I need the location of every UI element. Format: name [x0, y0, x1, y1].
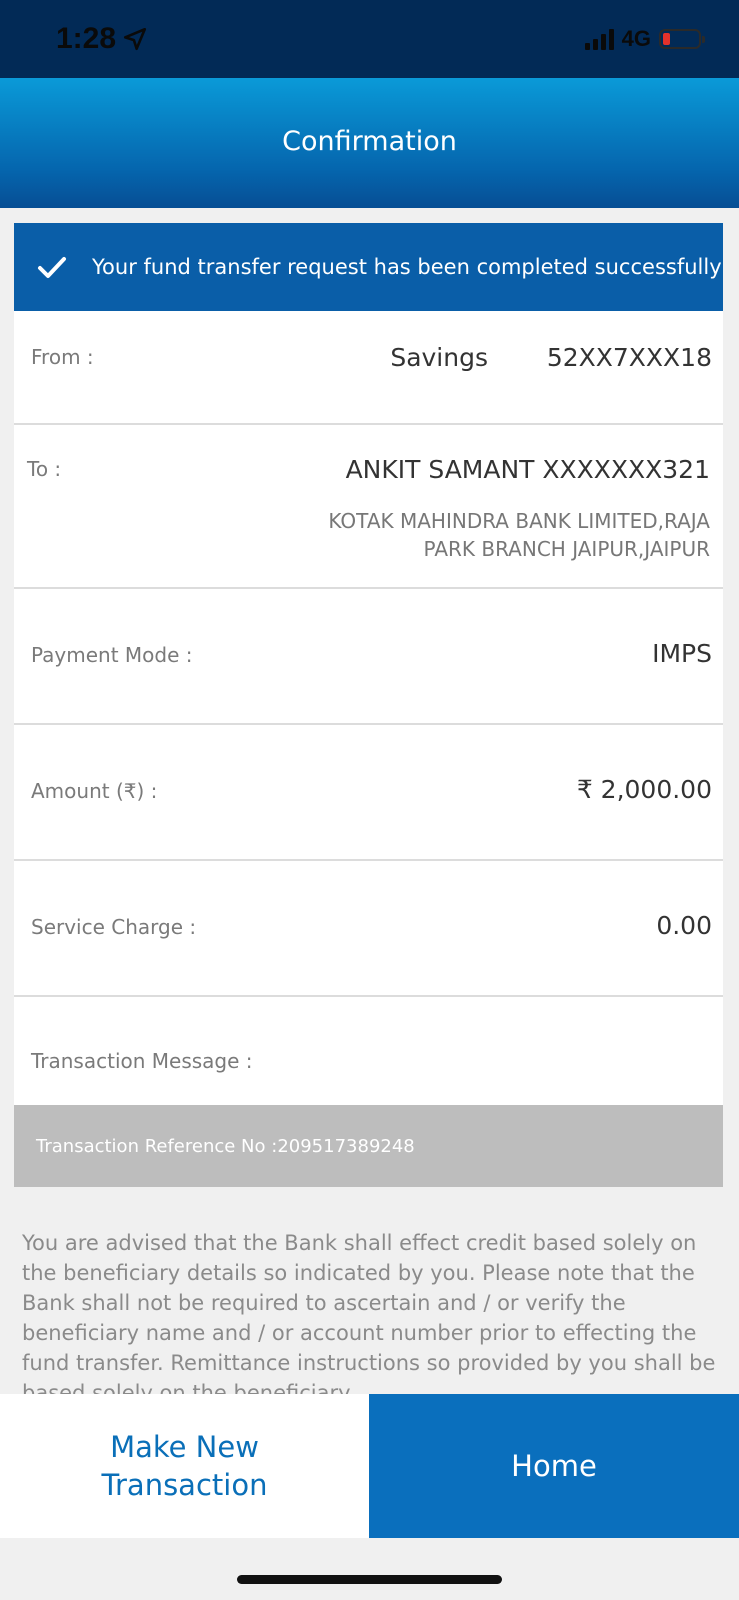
disclaimer-text: You are advised that the Bank shall effe…: [22, 1231, 716, 1394]
make-new-transaction-button[interactable]: Make New Transaction: [0, 1394, 369, 1538]
status-time-text: 1:28: [56, 22, 117, 55]
home-indicator[interactable]: [237, 1575, 502, 1584]
beneficiary-name: ANKIT SAMANT XXXXXXX321: [345, 455, 710, 484]
home-button[interactable]: Home: [369, 1394, 739, 1538]
amount-value: ₹ 2,000.00: [576, 775, 712, 804]
to-row: To : ANKIT SAMANT XXXXXXX321 KOTAK MAHIN…: [14, 425, 723, 589]
to-label: To :: [27, 457, 62, 481]
amount-row: Amount (₹) : ₹ 2,000.00: [14, 725, 723, 861]
confirmation-card: Your fund transfer request has been comp…: [14, 223, 723, 1187]
signal-icon: [584, 28, 614, 50]
beneficiary-bank: KOTAK MAHINDRA BANK LIMITED,RAJA PARK BR…: [270, 507, 710, 563]
service-charge-label: Service Charge :: [31, 915, 197, 939]
beneficiary-bank-line1: KOTAK MAHINDRA BANK LIMITED,RAJA: [328, 509, 710, 533]
payment-mode-value: IMPS: [652, 639, 712, 668]
service-charge-row: Service Charge : 0.00: [14, 861, 723, 997]
page-header: Confirmation: [0, 78, 739, 208]
payment-mode-row: Payment Mode : IMPS: [14, 589, 723, 725]
status-time: 1:28: [56, 22, 148, 56]
transaction-reference: Transaction Reference No :209517389248: [14, 1105, 723, 1187]
make-new-transaction-line2: Transaction: [101, 1468, 268, 1502]
status-indicators: 4G: [584, 26, 705, 52]
make-new-transaction-label: Make New Transaction: [102, 1428, 268, 1504]
network-type: 4G: [621, 26, 651, 51]
status-bar: 1:28 4G: [0, 0, 739, 78]
make-new-transaction-line1: Make New: [110, 1430, 259, 1464]
check-icon: [38, 257, 66, 278]
amount-label: Amount (₹) :: [31, 779, 158, 803]
from-row: From : Savings 52XX7XXX18: [14, 311, 723, 425]
from-label: From :: [31, 345, 94, 369]
beneficiary-bank-line2: PARK BRANCH JAIPUR,JAIPUR: [423, 537, 710, 561]
service-charge-value: 0.00: [656, 911, 712, 940]
from-account-number: 52XX7XXX18: [546, 343, 712, 372]
battery-icon: [659, 29, 705, 49]
transaction-message-label: Transaction Message :: [31, 1049, 253, 1073]
success-banner: Your fund transfer request has been comp…: [14, 223, 723, 311]
bottom-action-bar: Make New Transaction Home: [0, 1394, 739, 1538]
success-message: Your fund transfer request has been comp…: [92, 255, 722, 279]
page-title: Confirmation: [282, 126, 457, 157]
payment-mode-label: Payment Mode :: [31, 643, 193, 667]
transaction-message-row: Transaction Message :: [14, 997, 723, 1105]
from-account-type: Savings: [390, 343, 488, 372]
location-arrow-icon: [123, 27, 147, 51]
